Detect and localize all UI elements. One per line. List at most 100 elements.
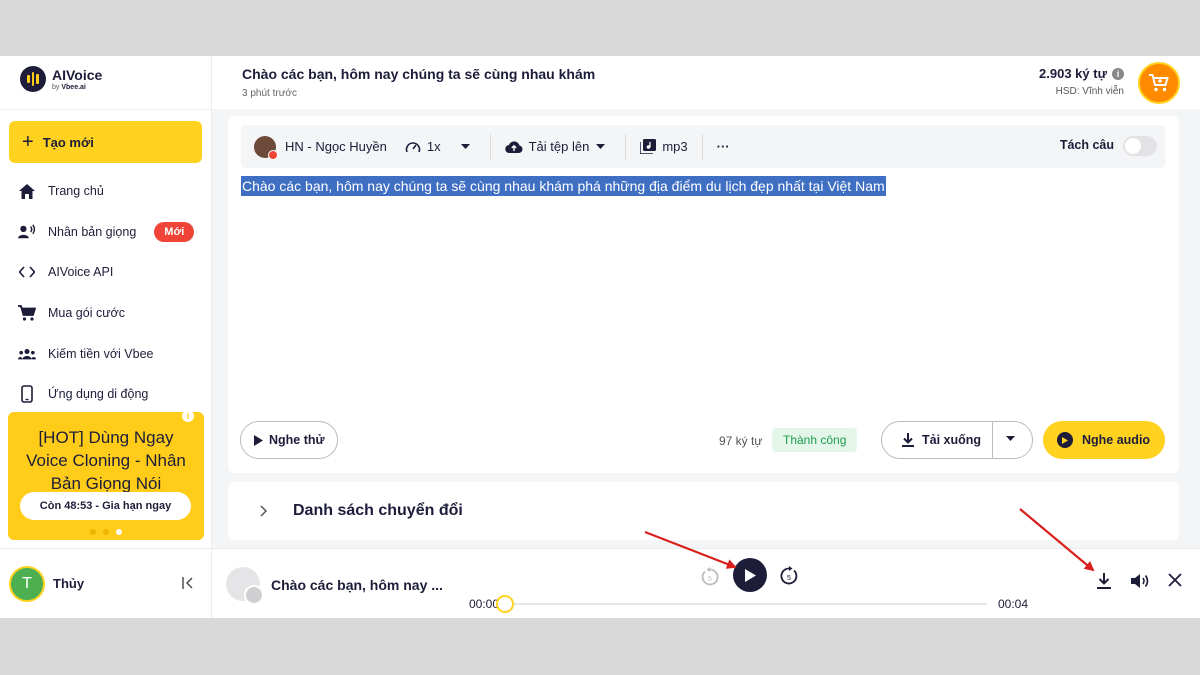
- user-profile[interactable]: T Thủy: [0, 548, 212, 618]
- cart-icon: [1149, 74, 1169, 92]
- play-icon: [1057, 432, 1073, 448]
- cart-icon: [18, 304, 36, 322]
- upload-file-label: Tải tệp lên: [528, 139, 590, 154]
- info-icon[interactable]: i: [182, 410, 194, 422]
- duration: 00:04: [998, 597, 1029, 611]
- download-icon[interactable]: [1097, 573, 1111, 594]
- split-sentence-label: Tách câu: [1059, 138, 1114, 152]
- logo[interactable]: AIVoice by Vbee.ai: [20, 66, 102, 92]
- create-new-label: Tạo mới: [42, 134, 94, 150]
- plus-icon: +: [22, 131, 34, 153]
- promo-banner[interactable]: i [HOT] Dùng Ngay Voice Cloning - Nhân B…: [8, 410, 204, 540]
- divider: [992, 422, 993, 458]
- carousel-dot[interactable]: [103, 529, 109, 535]
- new-badge: Mới: [154, 221, 195, 242]
- rewind-icon[interactable]: 5: [700, 567, 720, 592]
- conversion-list-panel[interactable]: Danh sách chuyển đổi: [228, 482, 1179, 540]
- svg-text:5: 5: [708, 576, 712, 583]
- download-icon: [902, 433, 914, 447]
- info-icon[interactable]: i: [1112, 67, 1124, 80]
- play-icon: [744, 568, 756, 582]
- more-options-icon[interactable]: ···: [717, 139, 730, 154]
- promo-text: [HOT] Dùng Ngay Voice Cloning - Nhân Bản…: [26, 428, 186, 493]
- voice-clone-icon: [18, 223, 36, 241]
- play-button[interactable]: [733, 558, 767, 592]
- listen-audio-label: Nghe audio: [1082, 433, 1151, 447]
- caret-down-icon: [596, 144, 606, 149]
- divider: [489, 133, 491, 160]
- phone-icon: [18, 385, 36, 404]
- sidebar-item-label: Nhân bản giọng: [48, 224, 137, 239]
- speed-icon: [405, 141, 421, 152]
- upload-file-button[interactable]: Tải tệp lên: [504, 139, 612, 154]
- conversion-list-title: Danh sách chuyển đổi: [293, 502, 463, 519]
- sidebar-item-earn[interactable]: Kiếm tiền với Vbee: [0, 333, 212, 374]
- sidebar-item-voice-clone[interactable]: Nhân bản giọng Mới: [0, 212, 212, 253]
- cart-button[interactable]: [1138, 62, 1180, 104]
- editor-card: HN - Ngọc Huyền 1x Tải tệp lên mp3 ··· T…: [228, 116, 1179, 473]
- people-icon: [18, 345, 36, 363]
- sidebar-item-label: Trang chủ: [48, 184, 104, 199]
- cloud-upload-icon: [504, 141, 523, 153]
- preview-label: Nghe thử: [269, 433, 325, 447]
- svg-text:5: 5: [787, 575, 791, 582]
- divider: [0, 109, 212, 110]
- carousel-dot-active[interactable]: [116, 529, 122, 535]
- header: Chào các bạn, hôm nay chúng ta sẽ cùng n…: [212, 56, 1200, 109]
- download-label: Tải xuống: [922, 433, 982, 447]
- sidebar-item-label: Mua gói cước: [48, 306, 126, 321]
- sidebar: AIVoice by Vbee.ai + Tạo mới Trang chủ N…: [0, 56, 212, 618]
- voice-selector[interactable]: HN - Ngọc Huyền: [254, 135, 387, 160]
- carousel-dots[interactable]: [8, 529, 204, 535]
- sidebar-item-label: Ứng dụng di động: [48, 387, 149, 402]
- sidebar-item-api[interactable]: AIVoice API: [0, 252, 212, 293]
- sidebar-nav: Trang chủ Nhân bản giọng Mới AIVoice API: [0, 171, 212, 415]
- page-title[interactable]: Chào các bạn, hôm nay chúng ta sẽ cùng n…: [242, 66, 595, 82]
- caret-down-icon[interactable]: [1006, 436, 1015, 441]
- format-selector[interactable]: mp3: [640, 139, 688, 154]
- sidebar-item-mobile-app[interactable]: Ứng dụng di động: [0, 374, 212, 415]
- download-button[interactable]: Tải xuống: [881, 421, 1033, 459]
- credit-count: 2.903 ký tự: [1039, 66, 1107, 81]
- audio-file-icon: [640, 139, 657, 154]
- plan-expiry: HSD: Vĩnh viễn: [1055, 86, 1124, 97]
- progress-handle[interactable]: [496, 595, 514, 613]
- audio-player: Chào các bạn, hôm nay ... 5 5 00:00 00:0…: [212, 548, 1200, 618]
- carousel-dot[interactable]: [90, 529, 96, 535]
- sidebar-item-home[interactable]: Trang chủ: [0, 171, 212, 212]
- app-window: AIVoice by Vbee.ai + Tạo mới Trang chủ N…: [0, 56, 1200, 618]
- char-count: 97 ký tự: [719, 434, 763, 448]
- preview-button[interactable]: Nghe thử: [240, 421, 338, 459]
- status-badge: Thành công: [772, 428, 858, 452]
- progress-bar[interactable]: [496, 595, 987, 613]
- sidebar-item-label: AIVoice API: [48, 265, 114, 280]
- track-title: Chào các bạn, hôm nay ...: [271, 577, 443, 593]
- speed-value: 1x: [426, 139, 441, 154]
- sidebar-item-buy-plan[interactable]: Mua gói cước: [0, 293, 212, 334]
- voice-avatar: [254, 135, 278, 160]
- voice-name: HN - Ngọc Huyền: [285, 139, 387, 154]
- speed-selector[interactable]: 1x: [405, 139, 476, 154]
- close-icon[interactable]: [1168, 573, 1182, 592]
- editor-text-area[interactable]: Chào các bạn, hôm nay chúng ta sẽ cùng n…: [241, 176, 886, 196]
- home-icon: [18, 182, 36, 200]
- volume-icon[interactable]: [1131, 573, 1150, 594]
- create-new-button[interactable]: + Tạo mới: [9, 121, 202, 163]
- collapse-sidebar-icon[interactable]: [182, 577, 194, 592]
- format-value: mp3: [662, 139, 688, 154]
- logo-by: by: [52, 83, 60, 91]
- logo-icon: [20, 66, 46, 92]
- renew-button[interactable]: Còn 48:53 - Gia hạn ngay: [20, 492, 191, 520]
- split-sentence-toggle[interactable]: [1123, 136, 1157, 156]
- listen-audio-button[interactable]: Nghe audio: [1043, 421, 1165, 459]
- divider: [701, 133, 703, 160]
- editor-toolbar: HN - Ngọc Huyền 1x Tải tệp lên mp3 ··· T…: [241, 125, 1165, 168]
- sidebar-item-label: Kiếm tiền với Vbee: [48, 346, 154, 361]
- last-edited-time: 3 phút trước: [242, 88, 297, 99]
- caret-down-icon: [460, 144, 470, 149]
- forward-icon[interactable]: 5: [779, 566, 799, 591]
- code-icon: [18, 263, 36, 281]
- avatar[interactable]: T: [9, 565, 45, 602]
- current-time: 00:00: [469, 597, 500, 611]
- chevron-right-icon[interactable]: [260, 505, 267, 517]
